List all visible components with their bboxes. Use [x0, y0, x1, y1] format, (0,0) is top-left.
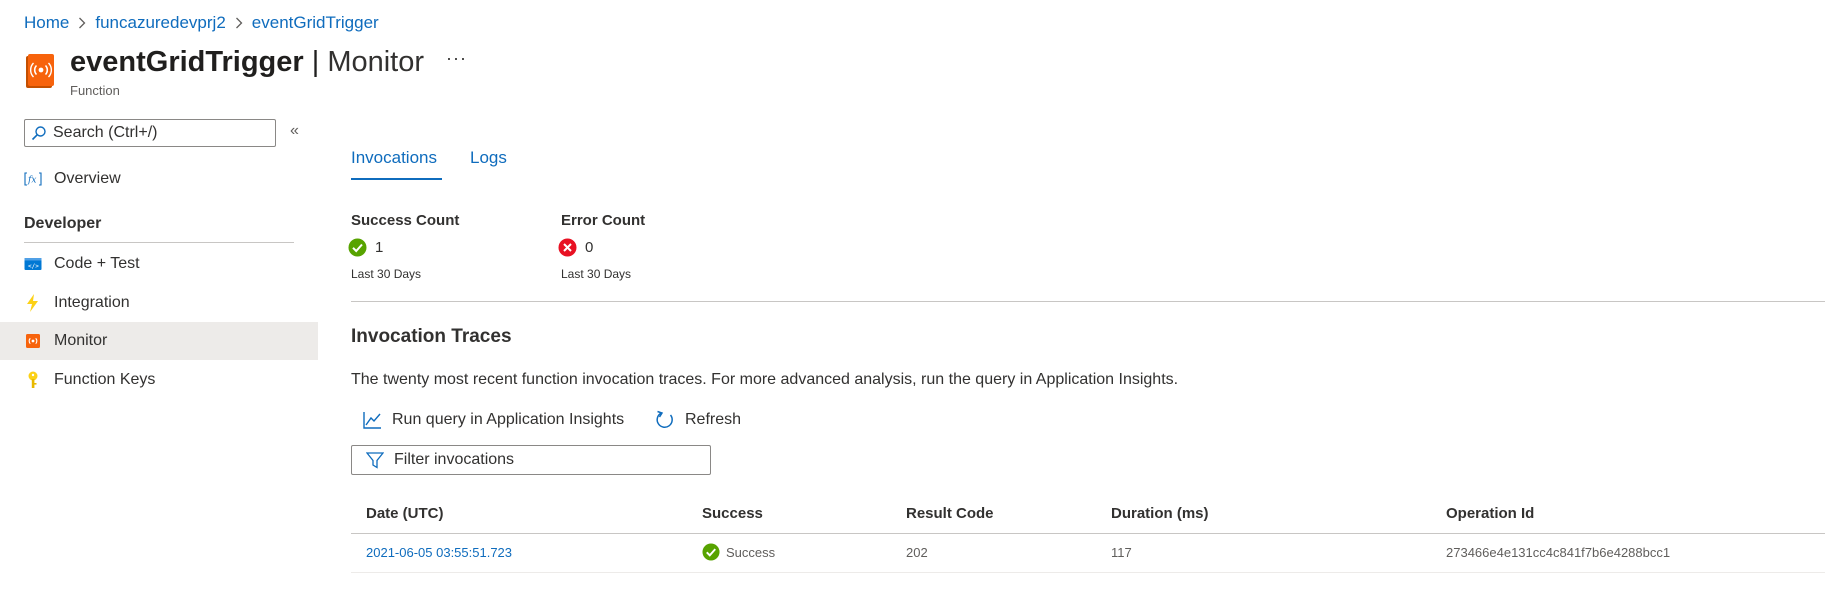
function-icon: fx	[24, 170, 42, 188]
svg-text:</>: </>	[28, 263, 39, 270]
refresh-icon	[655, 410, 675, 430]
page-subtitle: Function	[70, 83, 120, 98]
row-result-code: 202	[906, 544, 928, 560]
sidebar-section-developer: Developer	[24, 215, 102, 232]
breadcrumb-home-link[interactable]: Home	[24, 13, 69, 33]
sidebar-item-function-keys[interactable]: Function Keys	[0, 361, 318, 399]
success-count-label: Success Count	[351, 212, 460, 229]
sidebar-item-label: Monitor	[54, 332, 108, 349]
error-x-icon	[558, 238, 577, 257]
chevron-right-icon	[235, 17, 243, 29]
active-tab-indicator	[351, 178, 442, 180]
row-date-link[interactable]: 2021-06-05 03:55:51.723	[366, 543, 512, 561]
success-count: 1	[348, 238, 383, 257]
sidebar-item-integration[interactable]: Integration	[0, 284, 318, 322]
success-count-period: Last 30 Days	[351, 267, 422, 281]
success-check-icon	[348, 238, 367, 257]
row-duration: 117	[1111, 544, 1132, 560]
row-operation-id: 273466e4e131cc4c841f7b6e4288bcc1	[1446, 544, 1671, 560]
run-query-label: Run query in Application Insights	[392, 411, 625, 428]
row-divider	[351, 572, 1825, 573]
invocation-traces-title: Invocation Traces	[351, 326, 512, 347]
collapse-sidebar-button[interactable]: «	[290, 122, 299, 140]
column-header-date[interactable]: Date (UTC)	[366, 505, 444, 522]
refresh-label: Refresh	[685, 411, 742, 428]
success-check-icon	[702, 543, 720, 561]
sidebar-item-label: Code + Test	[54, 255, 140, 272]
page-title: eventGridTrigger | Monitor	[70, 46, 425, 78]
key-icon	[24, 371, 42, 389]
error-count-value: 0	[585, 239, 594, 256]
search-icon	[31, 125, 47, 141]
row-success-label: Success	[726, 544, 776, 560]
sidebar-search-input[interactable]: Search (Ctrl+/)	[24, 119, 276, 147]
row-success-status: Success	[702, 543, 775, 561]
chart-line-icon	[362, 410, 382, 430]
invocation-traces-description: The twenty most recent function invocati…	[351, 371, 1179, 388]
error-count-period: Last 30 Days	[561, 267, 632, 281]
breadcrumb-app-link[interactable]: funcazuredevprj2	[95, 13, 225, 33]
search-placeholder: Search (Ctrl+/)	[53, 124, 158, 141]
function-monitor-icon	[25, 53, 55, 89]
stats-divider	[351, 301, 1825, 302]
table-header-divider	[351, 533, 1825, 534]
sidebar-item-label: Integration	[54, 294, 130, 311]
column-header-duration[interactable]: Duration (ms)	[1111, 505, 1209, 522]
sidebar-item-label: Overview	[54, 170, 121, 187]
success-count-value: 1	[375, 239, 384, 256]
filter-icon	[366, 451, 384, 469]
column-header-success[interactable]: Success	[702, 505, 763, 522]
tab-invocations[interactable]: Invocations	[351, 148, 437, 168]
column-header-result-code[interactable]: Result Code	[906, 505, 994, 522]
breadcrumb-function-link[interactable]: eventGridTrigger	[252, 13, 379, 33]
filter-placeholder: Filter invocations	[394, 451, 515, 468]
tab-logs[interactable]: Logs	[470, 148, 507, 168]
sidebar-item-monitor[interactable]: Monitor	[0, 322, 318, 360]
filter-invocations-input[interactable]: Filter invocations	[351, 445, 711, 475]
breadcrumb: Home funcazuredevprj2 eventGridTrigger	[24, 12, 379, 34]
run-query-button[interactable]: Run query in Application Insights	[362, 410, 624, 430]
code-icon: </>	[24, 255, 42, 273]
sidebar-item-code-test[interactable]: </> Code + Test	[0, 245, 318, 283]
column-header-operation-id[interactable]: Operation Id	[1446, 505, 1534, 522]
error-count: 0	[558, 238, 593, 257]
section-divider	[24, 242, 294, 243]
monitor-icon	[24, 332, 42, 350]
lightning-icon	[24, 294, 42, 312]
error-count-label: Error Count	[561, 212, 646, 229]
more-actions-button[interactable]: ···	[446, 48, 467, 69]
refresh-button[interactable]: Refresh	[655, 410, 741, 430]
chevron-right-icon	[78, 17, 86, 29]
sidebar-item-overview[interactable]: fx Overview	[0, 160, 318, 198]
sidebar-item-label: Function Keys	[54, 371, 156, 388]
svg-text:fx: fx	[27, 176, 36, 186]
